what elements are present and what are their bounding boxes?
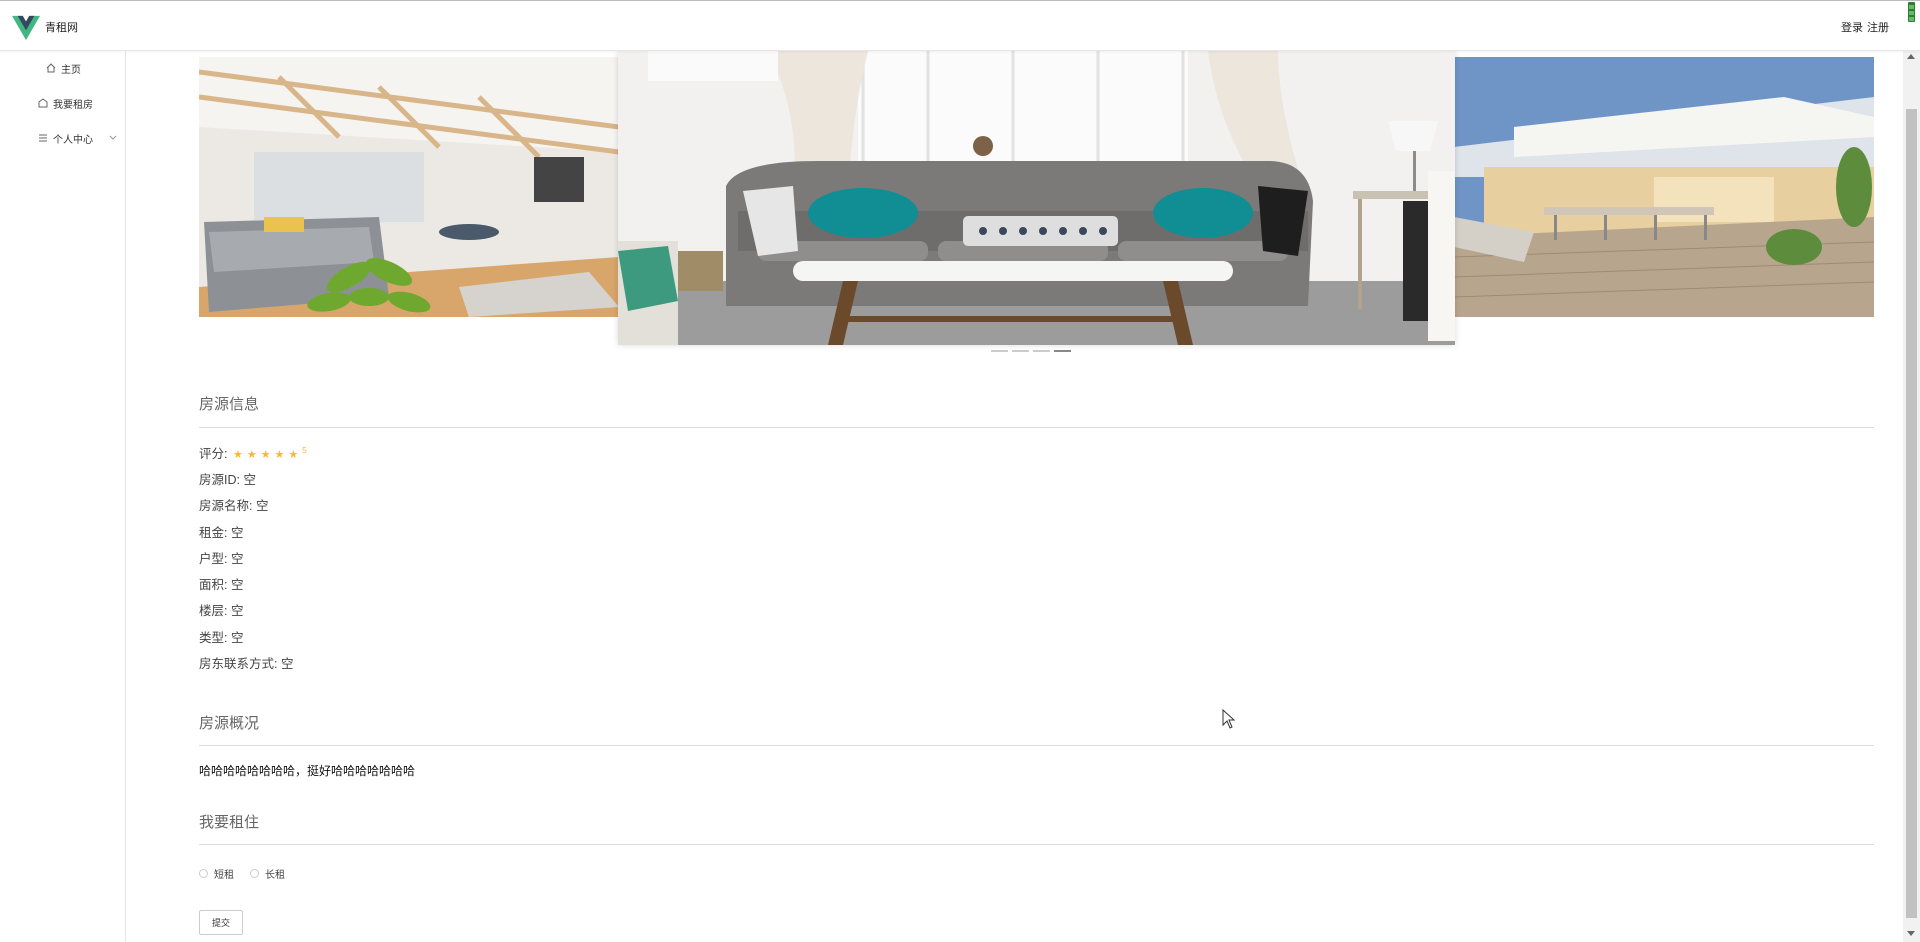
house-icon: [37, 97, 49, 109]
section-title-rent: 我要租住: [199, 814, 260, 831]
submit-button[interactable]: 提交: [199, 910, 243, 935]
info-row-type: 类型: 空: [199, 627, 243, 646]
overview-text: 哈哈哈哈哈哈哈哈，挺好哈哈哈哈哈哈哈: [199, 764, 416, 778]
battery-icon: [1908, 2, 1915, 22]
info-row-contact: 房东联系方式: 空: [199, 653, 293, 672]
info-label: 房源ID:: [199, 473, 240, 487]
info-value: 空: [230, 552, 244, 566]
divider: [199, 844, 1874, 845]
info-label: 房东联系方式:: [199, 657, 278, 671]
info-row-rent: 租金: 空: [199, 522, 243, 541]
rating-value: 5: [302, 445, 307, 455]
register-link[interactable]: 注册: [1867, 22, 1889, 34]
carousel-dot[interactable]: [1033, 350, 1050, 352]
scroll-up-arrow-icon[interactable]: [1907, 54, 1915, 59]
info-value: 空: [230, 631, 244, 645]
info-label: 楼层:: [199, 604, 228, 618]
brand-name[interactable]: 青租网: [45, 19, 78, 35]
info-value: 空: [230, 604, 244, 618]
info-value: 空: [255, 499, 269, 513]
radio-label: 短租: [214, 870, 234, 881]
sidebar-item-label: 个人中心: [53, 134, 93, 146]
sidebar-item-home[interactable]: 主页: [0, 56, 126, 80]
vue-logo-icon[interactable]: [12, 15, 40, 41]
rating-row: 评分: ★★★★★5: [199, 443, 307, 462]
carousel-dot[interactable]: [991, 350, 1008, 352]
scroll-thumb[interactable]: [1906, 109, 1917, 918]
info-label: 类型:: [199, 631, 228, 645]
info-row-layout: 户型: 空: [199, 548, 243, 567]
divider: [199, 745, 1874, 746]
info-label: 房源名称:: [199, 499, 253, 513]
divider: [199, 427, 1874, 428]
carousel-slide-left[interactable]: [199, 57, 619, 317]
radio-short-term[interactable]: 短租: [199, 866, 234, 881]
rating-label: 评分:: [199, 447, 228, 461]
info-row-floor: 楼层: 空: [199, 600, 243, 619]
menu-icon: [37, 132, 49, 144]
sidebar-item-label: 我要租房: [53, 99, 93, 111]
radio-label: 长租: [265, 870, 285, 881]
sidebar-item-rent[interactable]: 我要租房: [0, 91, 126, 115]
radio-circle[interactable]: [250, 869, 259, 878]
info-value: 空: [243, 473, 256, 487]
info-label: 面积:: [199, 578, 228, 592]
info-row-id: 房源ID: 空: [199, 469, 256, 488]
sidebar-item-personal[interactable]: 个人中心: [0, 126, 126, 150]
top-header: 青租网 登录 注册: [0, 0, 1920, 51]
carousel-slide-right[interactable]: [1454, 57, 1874, 317]
info-value: 空: [280, 657, 294, 671]
carousel-slide-active[interactable]: [618, 51, 1455, 345]
mouse-cursor-icon: [1222, 709, 1236, 729]
login-link[interactable]: 登录: [1841, 22, 1863, 34]
home-icon: [45, 62, 57, 74]
radio-circle[interactable]: [199, 869, 208, 878]
sidebar: 主页 我要租房 个人中心: [0, 51, 126, 942]
info-row-name: 房源名称: 空: [199, 495, 268, 514]
vertical-scrollbar[interactable]: [1903, 51, 1920, 942]
info-value: 空: [230, 526, 244, 540]
info-row-area: 面积: 空: [199, 574, 243, 593]
info-label: 租金:: [199, 526, 228, 540]
rating-stars: ★★★★★: [232, 449, 303, 461]
radio-long-term[interactable]: 长租: [250, 866, 285, 881]
auth-links: 登录 注册: [1837, 19, 1889, 35]
carousel-indicators: [991, 350, 1071, 352]
chevron-down-icon: [109, 133, 117, 144]
scroll-down-arrow-icon[interactable]: [1907, 931, 1915, 936]
carousel-dot[interactable]: [1012, 350, 1029, 352]
info-value: 空: [230, 578, 244, 592]
carousel-dot-active[interactable]: [1054, 350, 1071, 352]
sidebar-item-label: 主页: [61, 64, 81, 76]
section-title-overview: 房源概况: [199, 715, 260, 732]
info-label: 户型:: [199, 552, 228, 566]
section-title-house-info: 房源信息: [199, 396, 260, 413]
